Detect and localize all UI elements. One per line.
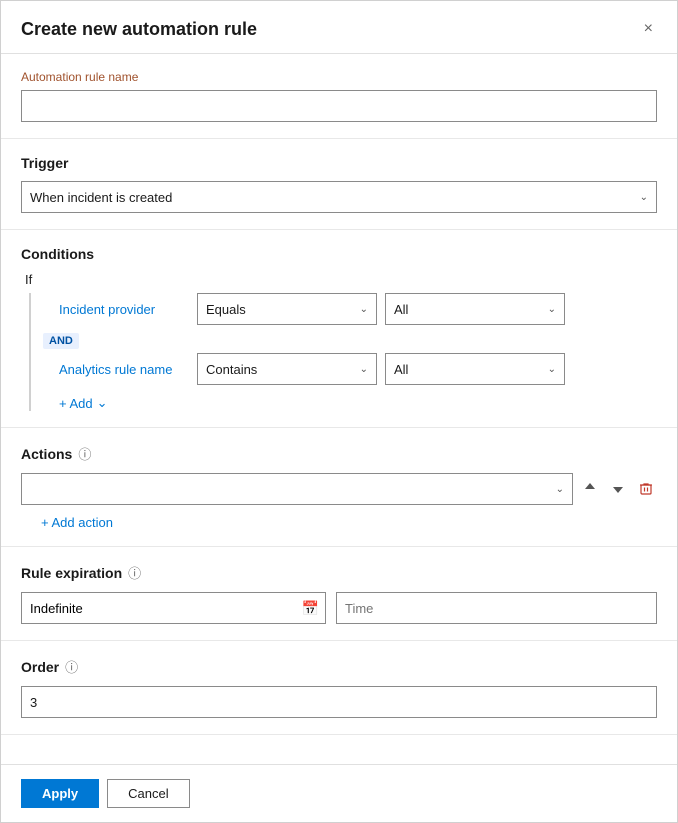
condition-value-1[interactable]: All ⌄ (385, 293, 565, 325)
dialog-title: Create new automation rule (21, 19, 257, 40)
if-label: If (21, 272, 657, 287)
condition-label-2: Analytics rule name (59, 362, 189, 377)
automation-rule-dialog: Create new automation rule × Automation … (0, 0, 678, 823)
conditions-section: Conditions If Incident provider Equals ⌄… (1, 230, 677, 428)
add-condition-row: + Add ⌄ (39, 395, 657, 411)
condition-operator-value-2: Contains (206, 362, 257, 377)
action-row: ⌄ (21, 473, 657, 505)
order-title: Order (21, 659, 59, 675)
expiration-date-wrap: 📅 (21, 592, 326, 624)
order-input[interactable] (21, 686, 657, 718)
automation-rule-name-label: Automation rule name (21, 70, 657, 84)
action-dropdown[interactable]: ⌄ (21, 473, 573, 505)
trigger-selected-value: When incident is created (30, 190, 172, 205)
add-condition-button[interactable]: + Add ⌄ (39, 395, 108, 411)
dialog-header: Create new automation rule × (1, 1, 677, 54)
calendar-icon[interactable]: 📅 (296, 600, 325, 617)
automation-rule-name-section: Automation rule name (1, 54, 677, 139)
conditions-title: Conditions (21, 246, 657, 262)
chevron-icon-val2: ⌄ (548, 364, 556, 375)
condition-container: Incident provider Equals ⌄ All ⌄ AND (29, 293, 657, 411)
actions-header: Actions ⓘ (21, 444, 657, 463)
and-badge: AND (39, 329, 657, 353)
condition-operator-value-1: Equals (206, 302, 246, 317)
order-info-icon: ⓘ (65, 657, 78, 676)
chevron-icon-val1: ⌄ (548, 304, 556, 315)
condition-label-1: Incident provider (59, 302, 189, 317)
condition-row-2: Analytics rule name Contains ⌄ All ⌄ (39, 353, 657, 385)
actions-section: Actions ⓘ ⌄ (1, 428, 677, 547)
chevron-icon-op2: ⌄ (360, 364, 368, 375)
actions-title: Actions (21, 446, 72, 462)
order-header: Order ⓘ (21, 657, 657, 676)
dialog-footer: Apply Cancel (1, 764, 677, 822)
expiration-date-input[interactable] (22, 597, 296, 620)
action-delete-button[interactable] (635, 477, 657, 502)
cancel-button[interactable]: Cancel (107, 779, 189, 808)
trigger-title: Trigger (21, 155, 657, 171)
action-move-down-button[interactable] (607, 477, 629, 502)
dialog-body: Automation rule name Trigger When incide… (1, 54, 677, 764)
trigger-dropdown[interactable]: When incident is created ⌄ (21, 181, 657, 213)
trigger-chevron-icon: ⌄ (640, 192, 648, 203)
expiration-info-icon: ⓘ (128, 563, 141, 582)
condition-operator-2[interactable]: Contains ⌄ (197, 353, 377, 385)
chevron-icon-op1: ⌄ (360, 304, 368, 315)
add-action-row: + Add action (21, 515, 657, 530)
condition-value-text-2: All (394, 362, 408, 377)
expiration-header: Rule expiration ⓘ (21, 563, 657, 582)
condition-operator-1[interactable]: Equals ⌄ (197, 293, 377, 325)
condition-value-2[interactable]: All ⌄ (385, 353, 565, 385)
add-action-label: + Add action (41, 515, 113, 530)
apply-button[interactable]: Apply (21, 779, 99, 808)
trigger-section: Trigger When incident is created ⌄ (1, 139, 677, 230)
expiration-row: 📅 (21, 592, 657, 624)
order-section: Order ⓘ (1, 641, 677, 735)
add-action-button[interactable]: + Add action (21, 515, 113, 530)
add-chevron-icon: ⌄ (97, 395, 108, 411)
action-chevron-icon: ⌄ (556, 484, 564, 495)
expiration-title: Rule expiration (21, 565, 122, 581)
rule-expiration-section: Rule expiration ⓘ 📅 (1, 547, 677, 641)
actions-info-icon: ⓘ (78, 444, 91, 463)
action-move-up-button[interactable] (579, 477, 601, 502)
condition-row-1: Incident provider Equals ⌄ All ⌄ (39, 293, 657, 325)
automation-rule-name-input[interactable] (21, 90, 657, 122)
expiration-time-input[interactable] (336, 592, 657, 624)
condition-value-text-1: All (394, 302, 408, 317)
close-button[interactable]: × (640, 17, 657, 41)
